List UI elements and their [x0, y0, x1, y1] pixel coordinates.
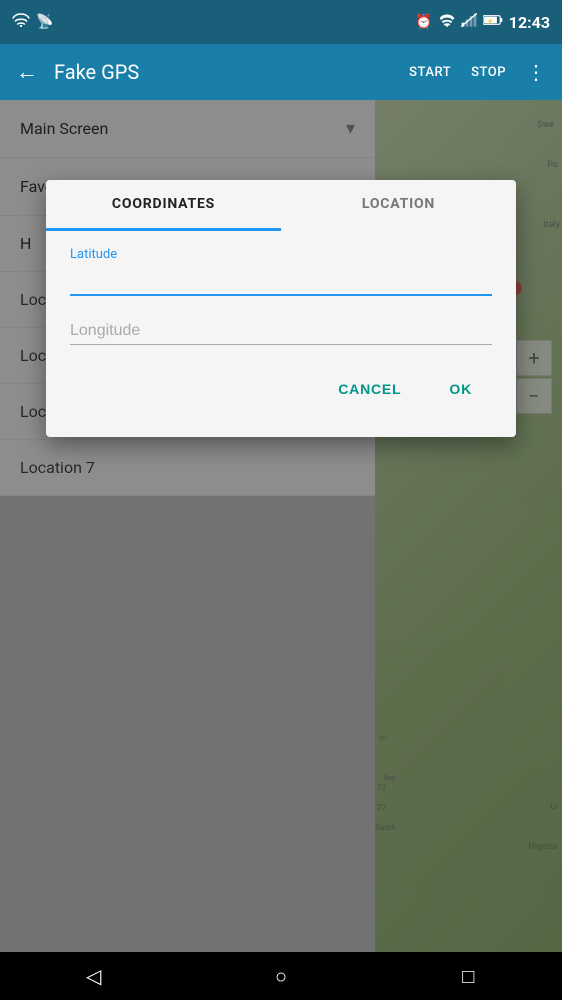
wifi-icon: [12, 13, 30, 31]
battery-icon: ⚡: [483, 14, 503, 30]
stop-button[interactable]: STOP: [471, 65, 506, 80]
latitude-label: Latitude: [70, 247, 492, 262]
nav-back-button[interactable]: ◁: [74, 956, 114, 996]
status-bar: 📡 ⏰: [0, 0, 562, 44]
nav-home-button[interactable]: ○: [261, 956, 301, 996]
status-bar-left: 📡: [12, 13, 53, 31]
dialog-body: Latitude CANCEL OK: [46, 231, 516, 437]
status-time: 12:43: [509, 13, 550, 32]
signal-icon: [461, 13, 477, 31]
tab-location-label: LOCATION: [362, 196, 435, 212]
tab-coordinates[interactable]: COORDINATES: [46, 180, 281, 231]
main-content: Main Screen ▾ Favorites ▾ H Location 4 L…: [0, 100, 562, 952]
app-bar-actions: START STOP ⋮: [409, 60, 546, 84]
app-title: Fake GPS: [54, 60, 409, 84]
start-button[interactable]: START: [409, 65, 451, 80]
dialog: COORDINATES LOCATION Latitude: [46, 180, 516, 437]
longitude-field-container: [70, 316, 492, 345]
back-button[interactable]: ←: [16, 59, 38, 85]
latitude-field-container: Latitude: [70, 247, 492, 296]
app-bar: ← Fake GPS START STOP ⋮: [0, 44, 562, 100]
latitude-input[interactable]: [70, 266, 492, 296]
wifi-filled-icon: [439, 14, 455, 31]
status-bar-right: ⏰ ⚡: [415, 13, 550, 32]
bottom-nav: ◁ ○ □: [0, 952, 562, 1000]
nav-recent-button[interactable]: □: [448, 956, 488, 996]
tab-location[interactable]: LOCATION: [281, 180, 516, 231]
dialog-backdrop: COORDINATES LOCATION Latitude: [0, 100, 562, 952]
alarm-icon: ⏰: [415, 14, 432, 30]
satellite-icon: 📡: [36, 14, 53, 30]
cancel-button[interactable]: CANCEL: [326, 373, 413, 405]
longitude-input[interactable]: [70, 316, 492, 345]
dialog-tabs: COORDINATES LOCATION: [46, 180, 516, 231]
more-options-button[interactable]: ⋮: [526, 60, 546, 84]
dialog-actions: CANCEL OK: [70, 365, 492, 413]
tab-coordinates-label: COORDINATES: [112, 196, 215, 212]
ok-button[interactable]: OK: [437, 373, 484, 405]
